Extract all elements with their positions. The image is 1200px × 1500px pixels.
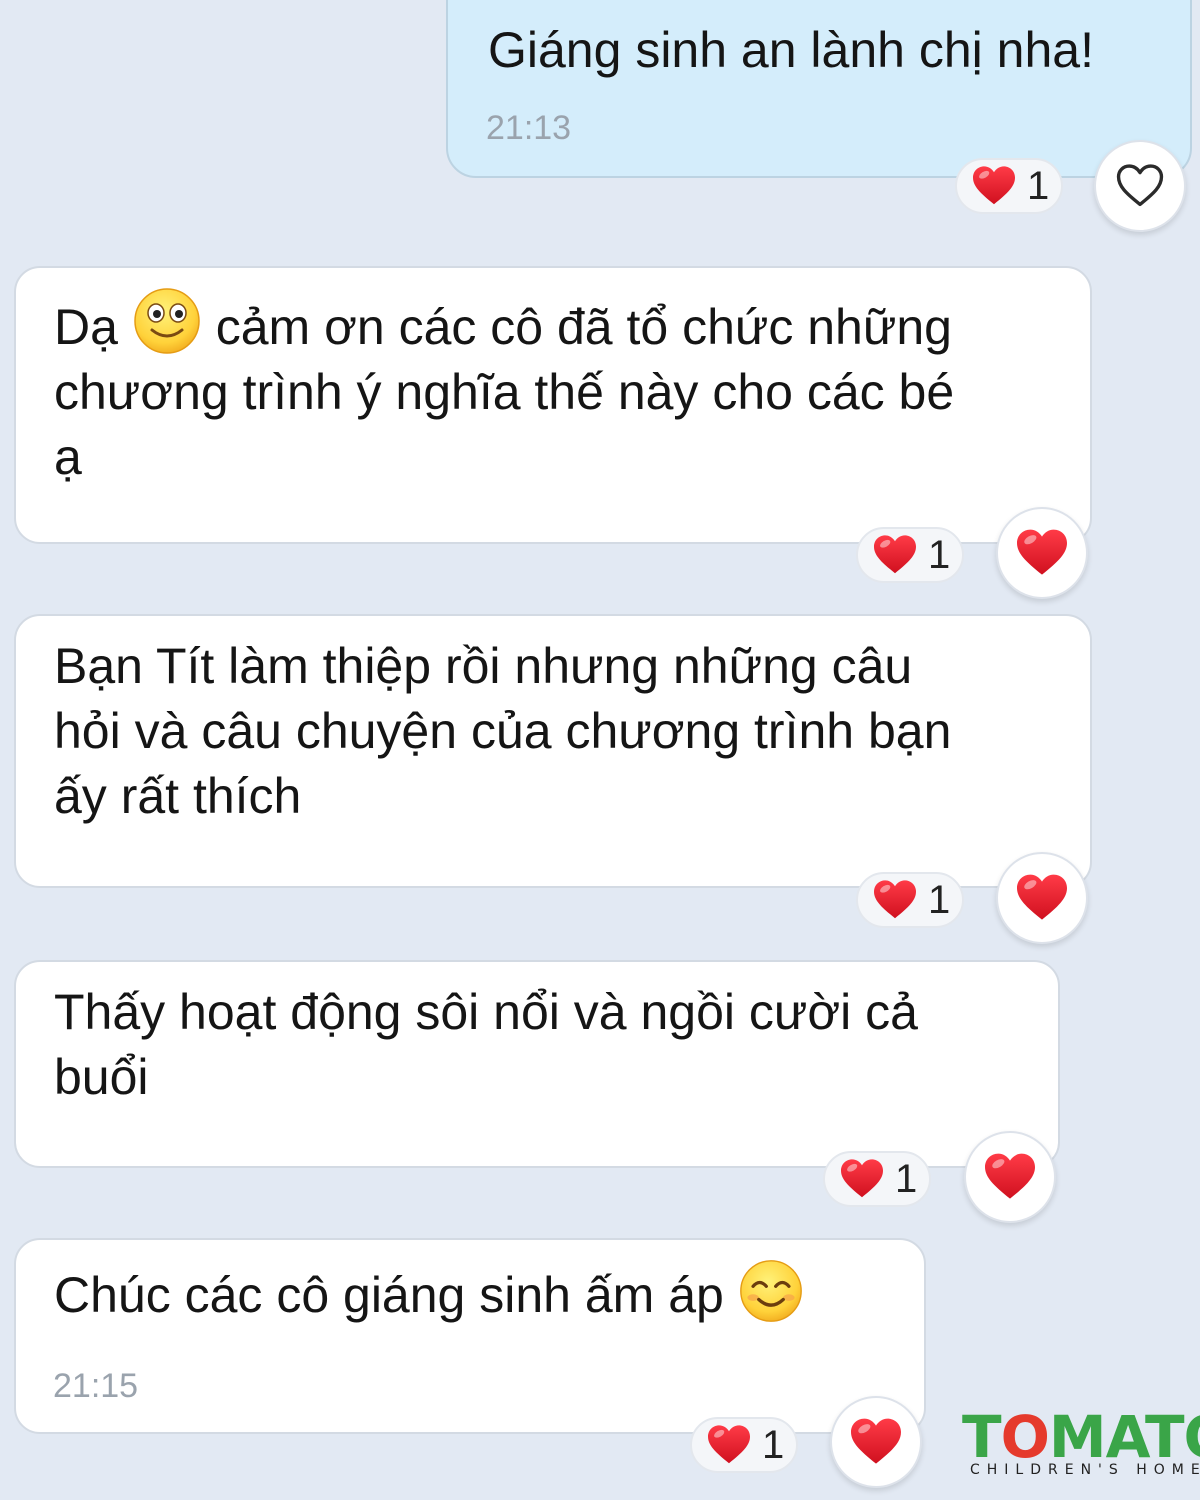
react-heart-button[interactable] [996,507,1088,599]
reaction-count: 1 [895,1156,918,1201]
message-text-rest: chương trình ý nghĩa thế này cho các bé … [54,364,955,485]
reaction-count: 1 [1027,163,1050,208]
heart-icon [872,534,918,576]
message-bubble-received[interactable]: Thấy hoạt động sôi nổi và ngồi cười cả b… [14,960,1060,1168]
smiling-face-with-smiling-eyes-emoji [739,1260,802,1322]
message-bubble-received[interactable]: Dạ cảm ơn các cô đã tổ chức những chương… [14,266,1092,544]
message-bubble-sent[interactable]: Giáng sinh an lành chị nha! [446,0,1192,178]
heart-filled-icon [983,1152,1037,1202]
react-heart-button[interactable] [830,1396,922,1488]
react-heart-button[interactable] [964,1131,1056,1223]
heart-filled-icon [849,1417,903,1467]
reaction-count: 1 [928,877,951,922]
tomato-childrens-home-logo: TOMATO CHILDREN'S HOME [962,1404,1200,1500]
heart-filled-icon [1015,873,1069,923]
message-time: 21:13 [486,109,572,147]
heart-filled-icon [1015,528,1069,578]
message-bubble-received[interactable]: Bạn Tít làm thiệp rồi nhưng những câu hỏ… [14,614,1092,888]
logo-wordmark: TOMATO [962,1403,1200,1471]
heart-icon [971,165,1017,207]
message-text-start: Chúc các cô giáng sinh ấm áp [54,1267,724,1323]
message-text: Bạn Tít làm thiệp rồi nhưng những câu hỏ… [54,638,952,824]
reaction-summary[interactable]: 1 [856,872,964,928]
heart-icon [839,1158,885,1200]
message-text-middle: cảm ơn các cô đã tổ chức những [215,299,952,355]
message-bubble-received[interactable]: Chúc các cô giáng sinh ấm áp [14,1238,926,1434]
reaction-count: 1 [762,1422,785,1467]
message-text: Dạ cảm ơn các cô đã tổ chức những chương… [54,286,1054,490]
reaction-count: 1 [928,532,951,577]
message-text-start: Dạ [54,299,118,355]
logo-subtitle: CHILDREN'S HOME [970,1462,1200,1478]
reaction-summary[interactable]: 1 [690,1417,798,1473]
reaction-summary[interactable]: 1 [955,158,1063,214]
heart-icon [872,879,918,921]
react-heart-button[interactable] [996,852,1088,944]
react-heart-button[interactable] [1094,140,1186,232]
heart-icon [706,1424,752,1466]
message-text: Chúc các cô giáng sinh ấm áp [54,1258,888,1328]
message-text: Giáng sinh an lành chị nha! [488,22,1094,78]
message-text: Thấy hoạt động sôi nổi và ngồi cười cả b… [54,984,918,1105]
message-time: 21:15 [53,1367,139,1405]
reaction-summary[interactable]: 1 [856,527,964,583]
reaction-summary[interactable]: 1 [823,1151,931,1207]
heart-outline-icon [1116,164,1164,207]
smiling-face-emoji [134,288,200,354]
